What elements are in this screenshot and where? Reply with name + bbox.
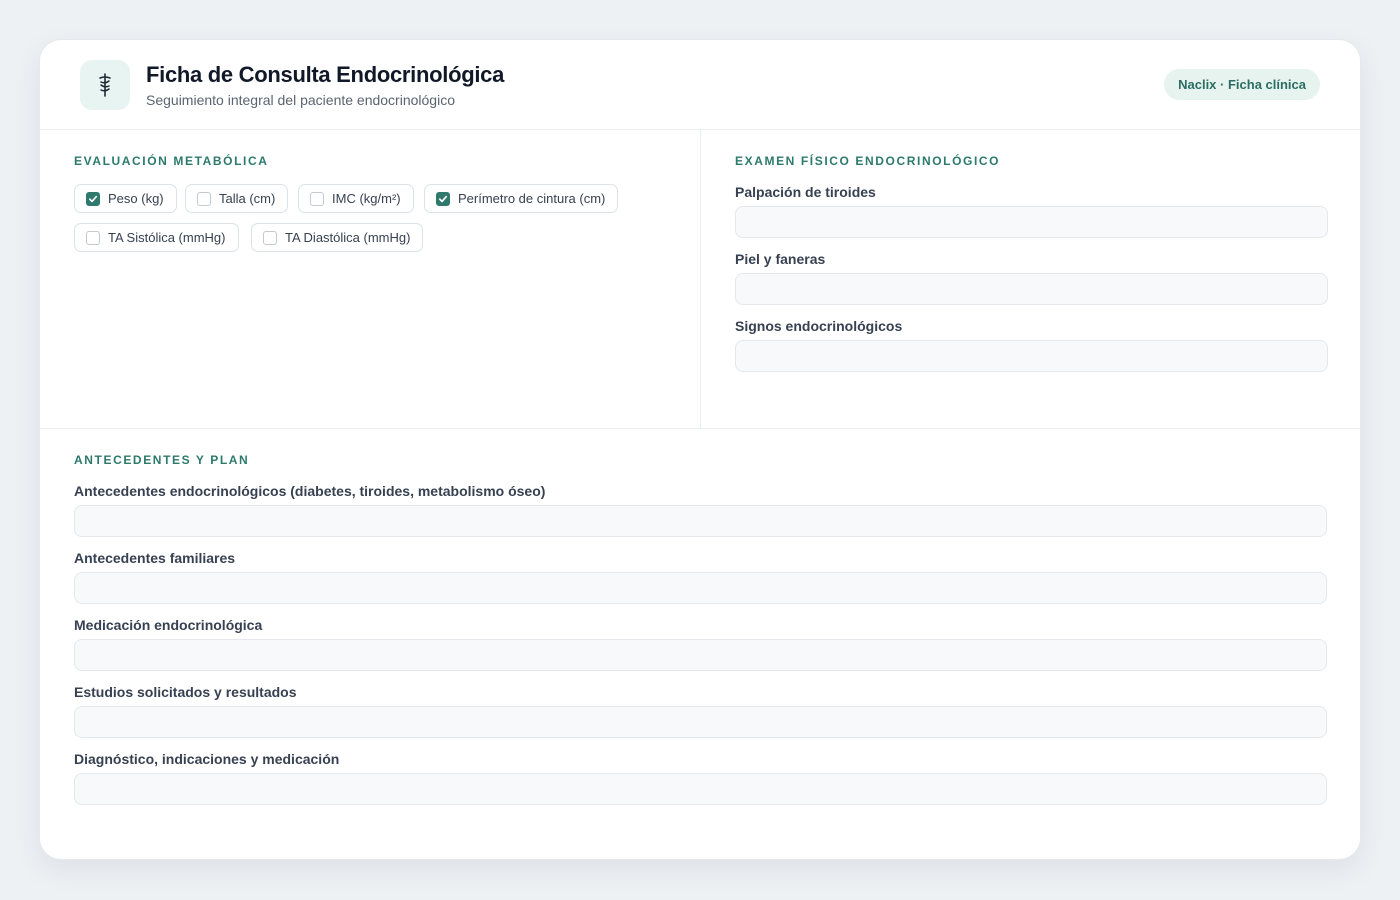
field-label-piel-faneras: Piel y faneras bbox=[735, 251, 826, 267]
option-label: TA Sistólica (mmHg) bbox=[108, 230, 226, 245]
consultation-card: Ficha de Consulta Endocrinológica Seguim… bbox=[39, 39, 1361, 860]
section-title-history-plan: ANTECEDENTES Y PLAN bbox=[74, 453, 250, 467]
option-label: Talla (cm) bbox=[219, 191, 276, 206]
estudios-solicitados-input[interactable] bbox=[74, 706, 1327, 738]
brand-badge: Naclix · Ficha clínica bbox=[1164, 69, 1320, 100]
field-label-diagnostico-indicaciones: Diagnóstico, indicaciones y medicación bbox=[74, 751, 340, 767]
field-label-antecedentes-endocrinologicos: Antecedentes endocrinológicos (diabetes,… bbox=[74, 483, 546, 499]
checkbox[interactable] bbox=[197, 191, 211, 206]
section-title-metabolic: EVALUACIÓN METABÓLICA bbox=[74, 154, 269, 168]
antecedentes-endocrinologicos-input[interactable] bbox=[74, 505, 1327, 537]
checkbox[interactable] bbox=[310, 191, 324, 206]
option-label: TA Diastólica (mmHg) bbox=[285, 230, 411, 245]
checkbox[interactable] bbox=[263, 230, 277, 245]
field-label-antecedentes-familiares: Antecedentes familiares bbox=[74, 550, 236, 566]
field-label-estudios-solicitados: Estudios solicitados y resultados bbox=[74, 684, 297, 700]
option-peso[interactable]: Peso (kg) bbox=[74, 184, 177, 213]
page-title: Ficha de Consulta Endocrinológica bbox=[146, 62, 505, 87]
section-divider bbox=[40, 428, 1360, 429]
option-perimetro-cintura[interactable]: Perímetro de cintura (cm) bbox=[424, 184, 619, 213]
column-divider bbox=[700, 129, 701, 428]
check-icon bbox=[88, 195, 98, 202]
page-subtitle: Seguimiento integral del paciente endocr… bbox=[146, 92, 455, 108]
option-ta-diastolica[interactable]: TA Diastólica (mmHg) bbox=[251, 223, 424, 252]
option-imc[interactable]: IMC (kg/m²) bbox=[298, 184, 414, 213]
option-label: Perímetro de cintura (cm) bbox=[458, 191, 606, 206]
field-label-medicacion-endocrinologica: Medicación endocrinológica bbox=[74, 617, 263, 633]
field-label-palpacion-tiroides: Palpación de tiroides bbox=[735, 184, 876, 200]
caduceus-icon bbox=[80, 60, 130, 110]
checkbox-checked[interactable] bbox=[86, 191, 100, 206]
diagnostico-indicaciones-input[interactable] bbox=[74, 773, 1327, 805]
field-label-signos-endocrinologicos: Signos endocrinológicos bbox=[735, 318, 903, 334]
medicacion-endocrinologica-input[interactable] bbox=[74, 639, 1327, 671]
checkbox[interactable] bbox=[86, 230, 100, 245]
option-label: IMC (kg/m²) bbox=[332, 191, 401, 206]
check-icon bbox=[438, 195, 448, 202]
option-ta-sistolica[interactable]: TA Sistólica (mmHg) bbox=[74, 223, 239, 252]
checkbox-checked[interactable] bbox=[436, 191, 450, 206]
card-header: Ficha de Consulta Endocrinológica Seguim… bbox=[40, 40, 1360, 130]
option-label: Peso (kg) bbox=[108, 191, 164, 206]
palpacion-tiroides-input[interactable] bbox=[735, 206, 1328, 238]
antecedentes-familiares-input[interactable] bbox=[74, 572, 1327, 604]
option-talla[interactable]: Talla (cm) bbox=[185, 184, 289, 213]
section-title-physical-exam: EXAMEN FÍSICO ENDOCRINOLÓGICO bbox=[735, 154, 1001, 168]
piel-faneras-input[interactable] bbox=[735, 273, 1328, 305]
signos-endocrinologicos-input[interactable] bbox=[735, 340, 1328, 372]
